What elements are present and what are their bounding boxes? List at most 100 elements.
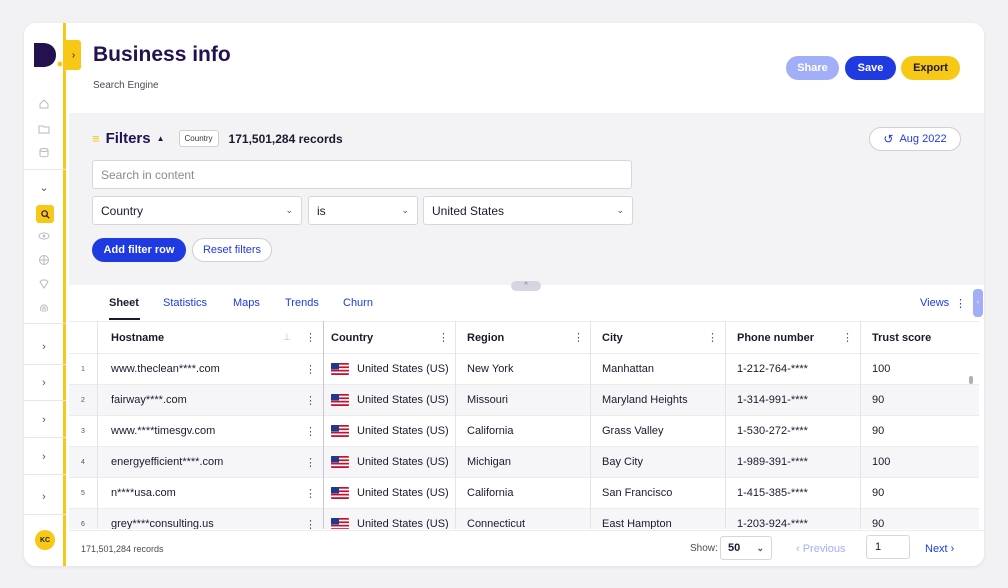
- next-page-button[interactable]: Next ›: [925, 543, 954, 555]
- table-row[interactable]: 5 n****usa.com ⋮ United States (US) Cali…: [69, 478, 979, 509]
- cell-trust-score[interactable]: 90: [864, 416, 884, 446]
- cell-trust-score[interactable]: 90: [864, 478, 884, 508]
- tab-sheet[interactable]: Sheet: [109, 297, 139, 309]
- cell-city[interactable]: Grass Valley: [594, 416, 664, 446]
- add-filter-row-button[interactable]: Add filter row: [92, 238, 186, 262]
- filter-field-select[interactable]: Country ⌄: [92, 196, 302, 225]
- cell-region[interactable]: California: [459, 478, 513, 508]
- eye-icon[interactable]: [37, 230, 51, 244]
- cell-phone[interactable]: 1-212-764-****: [729, 354, 808, 384]
- page-size-select[interactable]: 50 ⌄: [720, 536, 772, 560]
- row-menu-icon[interactable]: ⋮: [305, 447, 316, 477]
- table-row[interactable]: 2 fairway****.com ⋮ United States (US) M…: [69, 385, 979, 416]
- tab-trends[interactable]: Trends: [285, 297, 319, 309]
- save-button[interactable]: Save: [845, 56, 896, 80]
- row-menu-icon[interactable]: ⋮: [305, 354, 316, 384]
- cell-hostname[interactable]: fairway****.com: [103, 385, 187, 415]
- cell-country[interactable]: United States (US): [323, 447, 449, 477]
- cell-trust-score[interactable]: 90: [864, 509, 884, 529]
- filters-title[interactable]: Filters: [106, 130, 151, 147]
- search-input[interactable]: Search in content: [92, 160, 632, 189]
- column-header-city[interactable]: City: [594, 322, 623, 353]
- filter-operator-select[interactable]: is ⌄: [308, 196, 418, 225]
- table-row[interactable]: 3 www.****timesgv.com ⋮ United States (U…: [69, 416, 979, 447]
- row-menu-icon[interactable]: ⋮: [305, 478, 316, 508]
- chevron-right-icon[interactable]: ›: [37, 340, 51, 354]
- cell-phone[interactable]: 1-314-991-****: [729, 385, 808, 415]
- folder-icon[interactable]: [37, 123, 51, 137]
- chevron-right-icon[interactable]: ›: [37, 376, 51, 390]
- cell-region[interactable]: New York: [459, 354, 513, 384]
- chevron-right-icon[interactable]: ›: [37, 413, 51, 427]
- column-menu-icon[interactable]: ⋮: [438, 322, 449, 353]
- cell-hostname[interactable]: www.theclean****.com: [103, 354, 220, 384]
- table-row[interactable]: 6 grey****consulting.us ⋮ United States …: [69, 509, 979, 529]
- cell-trust-score[interactable]: 90: [864, 385, 884, 415]
- avatar[interactable]: KC: [35, 530, 55, 550]
- chevron-right-icon[interactable]: ›: [37, 450, 51, 464]
- cell-city[interactable]: Maryland Heights: [594, 385, 688, 415]
- tab-churn[interactable]: Churn: [343, 297, 373, 309]
- column-menu-icon[interactable]: ⋮: [707, 322, 718, 353]
- cell-city[interactable]: Bay City: [594, 447, 643, 477]
- cell-city[interactable]: San Francisco: [594, 478, 672, 508]
- cell-country[interactable]: United States (US): [323, 478, 449, 508]
- filter-chip[interactable]: Country: [178, 130, 219, 147]
- row-menu-icon[interactable]: ⋮: [305, 509, 316, 530]
- cell-city[interactable]: Manhattan: [594, 354, 654, 384]
- cell-phone[interactable]: 1-415-385-****: [729, 478, 808, 508]
- column-header-country[interactable]: Country: [323, 322, 373, 353]
- row-menu-icon[interactable]: ⋮: [305, 416, 316, 446]
- cell-phone[interactable]: 1-203-924-****: [729, 509, 808, 529]
- cell-country[interactable]: United States (US): [323, 509, 449, 529]
- export-button[interactable]: Export: [901, 56, 960, 80]
- sidebar-expand-toggle[interactable]: ›: [66, 40, 81, 70]
- more-vertical-icon[interactable]: ⋮: [955, 297, 966, 310]
- table-row[interactable]: 4 energyefficient****.com ⋮ United State…: [69, 447, 979, 478]
- chevron-up-icon[interactable]: ▲: [157, 134, 165, 143]
- cell-trust-score[interactable]: 100: [864, 354, 890, 384]
- column-header-region[interactable]: Region: [459, 322, 504, 353]
- page-number-input[interactable]: 1: [866, 535, 910, 559]
- database-icon[interactable]: [37, 147, 51, 161]
- table-row[interactable]: 1 www.theclean****.com ⋮ United States (…: [69, 354, 979, 385]
- globe-icon[interactable]: [37, 254, 51, 268]
- fingerprint-icon[interactable]: [37, 302, 51, 316]
- column-header-phone[interactable]: Phone number: [729, 322, 814, 353]
- cell-country[interactable]: United States (US): [323, 385, 449, 415]
- search-icon[interactable]: [36, 205, 54, 223]
- cell-trust-score[interactable]: 100: [864, 447, 890, 477]
- tab-maps[interactable]: Maps: [233, 297, 260, 309]
- cell-phone[interactable]: 1-530-272-****: [729, 416, 808, 446]
- chevron-right-icon[interactable]: ›: [37, 490, 51, 504]
- vertical-scrollbar[interactable]: [969, 376, 973, 384]
- cell-city[interactable]: East Hampton: [594, 509, 672, 529]
- row-menu-icon[interactable]: ⋮: [305, 385, 316, 415]
- cell-hostname[interactable]: www.****timesgv.com: [103, 416, 215, 446]
- previous-page-button[interactable]: ‹ Previous: [796, 543, 846, 555]
- cell-region[interactable]: Michigan: [459, 447, 511, 477]
- cell-hostname[interactable]: energyefficient****.com: [103, 447, 223, 477]
- date-button[interactable]: ↺ Aug 2022: [869, 127, 961, 151]
- column-menu-icon[interactable]: ⋮: [842, 322, 853, 353]
- share-button[interactable]: Share: [786, 56, 839, 80]
- chevron-down-icon[interactable]: ⌄: [37, 181, 51, 195]
- cell-hostname[interactable]: n****usa.com: [103, 478, 176, 508]
- column-header-trust-score[interactable]: Trust score: [864, 322, 931, 353]
- column-menu-icon[interactable]: ⋮: [305, 322, 316, 353]
- reset-filters-button[interactable]: Reset filters: [192, 238, 272, 262]
- diamond-icon[interactable]: [37, 278, 51, 292]
- cell-region[interactable]: California: [459, 416, 513, 446]
- home-icon[interactable]: [37, 98, 51, 112]
- cell-region[interactable]: Connecticut: [459, 509, 525, 529]
- logo-icon[interactable]: [32, 41, 62, 69]
- cell-phone[interactable]: 1-989-391-****: [729, 447, 808, 477]
- cell-country[interactable]: United States (US): [323, 416, 449, 446]
- pin-icon[interactable]: ⊥: [283, 322, 291, 353]
- views-button[interactable]: Views: [920, 297, 949, 309]
- filter-value-select[interactable]: United States ⌄: [423, 196, 633, 225]
- column-header-hostname[interactable]: Hostname: [103, 322, 164, 353]
- column-menu-icon[interactable]: ⋮: [573, 322, 584, 353]
- tab-statistics[interactable]: Statistics: [163, 297, 207, 309]
- collapse-panel-toggle[interactable]: ^: [511, 281, 541, 291]
